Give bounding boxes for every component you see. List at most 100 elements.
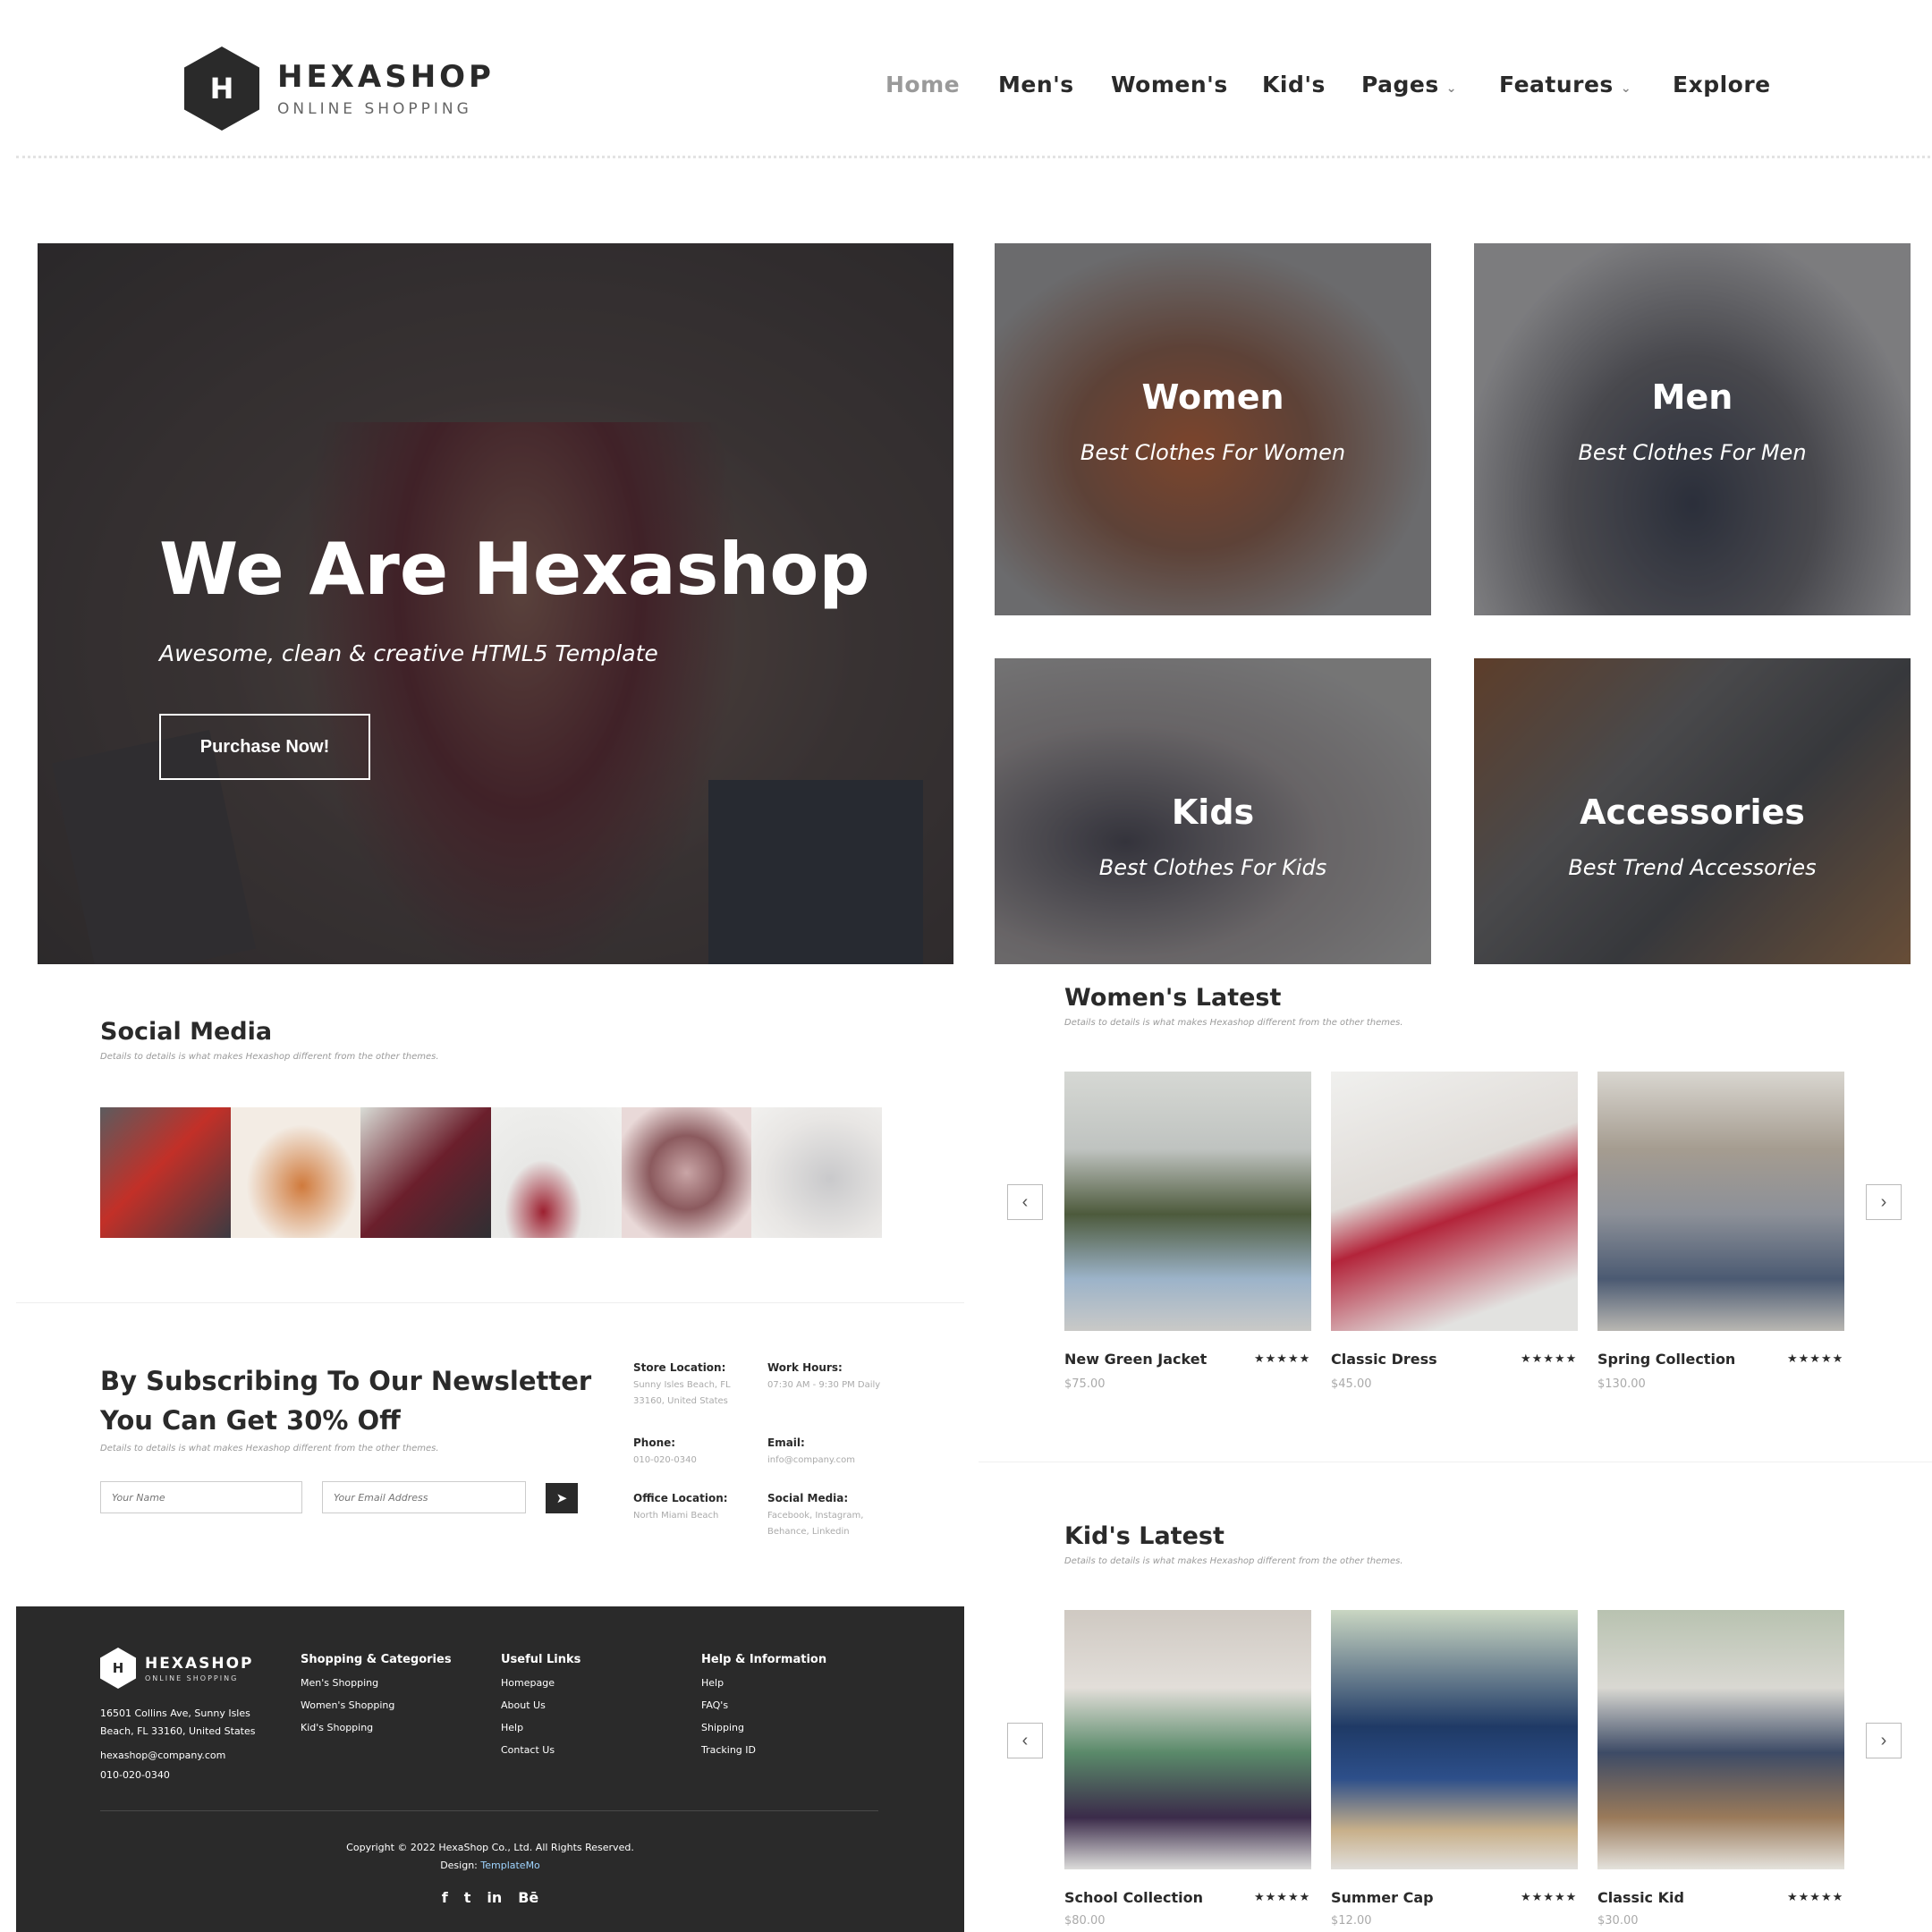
footer-link[interactable]: Kid's Shopping [301, 1722, 452, 1733]
footer-link[interactable]: Shipping [701, 1722, 826, 1733]
kids-next-button[interactable]: › [1866, 1723, 1902, 1758]
purchase-now-button[interactable]: Purchase Now! [159, 714, 370, 780]
product-name[interactable]: Summer Cap [1331, 1889, 1434, 1906]
womens-latest-title: Women's Latest [1064, 984, 1282, 1012]
product-image[interactable] [1597, 1610, 1844, 1869]
logo-title: HEXASHOP [277, 59, 495, 95]
footer-link[interactable]: Homepage [501, 1677, 580, 1689]
facebook-icon[interactable]: f [442, 1889, 448, 1906]
product-image[interactable] [1331, 1610, 1578, 1869]
email-input[interactable] [322, 1481, 526, 1513]
product-rating-stars: ★★★★★ [1521, 1891, 1578, 1904]
product-name[interactable]: New Green Jacket [1064, 1351, 1207, 1368]
social-image[interactable] [360, 1107, 492, 1238]
info-social-media: Social Media: Facebook, Instagram, Behan… [767, 1492, 864, 1537]
womens-latest-description: Details to details is what makes Hexasho… [1064, 1018, 1403, 1028]
category-tile-accessories[interactable]: Accessories Best Trend Accessories [1474, 658, 1911, 964]
footer-link[interactable]: FAQ's [701, 1699, 826, 1711]
womens-next-button[interactable]: › [1866, 1184, 1902, 1220]
footer-phone: 010-020-0340 [100, 1769, 170, 1781]
footer-link[interactable]: Help [701, 1677, 826, 1689]
product-image[interactable] [1064, 1610, 1311, 1869]
section-divider [16, 1302, 964, 1303]
footer-contact: 16501 Collins Ave, Sunny Isles Beach, FL… [100, 1705, 279, 1785]
category-tile-women[interactable]: Women Best Clothes For Women [995, 243, 1431, 615]
templatemo-link[interactable]: TemplateMo [480, 1860, 539, 1871]
behance-icon[interactable]: Bē [518, 1889, 538, 1906]
nav-explore[interactable]: Explore [1673, 72, 1771, 97]
product-name[interactable]: Spring Collection [1597, 1351, 1735, 1368]
product-image[interactable] [1064, 1072, 1311, 1331]
product-image[interactable] [1597, 1072, 1844, 1331]
site-footer: H HEXASHOP ONLINE SHOPPING 16501 Collins… [16, 1606, 964, 1932]
category-title: Accessories [1580, 792, 1805, 832]
product-image[interactable] [1331, 1072, 1578, 1331]
product-price: $75.00 [1064, 1377, 1106, 1391]
footer-link[interactable]: Contact Us [501, 1744, 580, 1756]
chevron-right-icon: › [1880, 1730, 1887, 1750]
product-name[interactable]: Classic Kid [1597, 1889, 1684, 1906]
social-image[interactable] [100, 1107, 231, 1238]
nav-womens[interactable]: Women's [1111, 72, 1228, 97]
footer-address: 16501 Collins Ave, Sunny Isles Beach, FL… [100, 1707, 256, 1737]
kids-latest-title: Kid's Latest [1064, 1522, 1224, 1550]
footer-link[interactable]: Men's Shopping [301, 1677, 452, 1689]
chevron-right-icon: › [1880, 1191, 1887, 1212]
category-tile-men[interactable]: Men Best Clothes For Men [1474, 243, 1911, 615]
footer-social-links: f t in Bē [16, 1889, 964, 1906]
product-rating-stars: ★★★★★ [1254, 1352, 1311, 1366]
category-title: Men [1651, 377, 1733, 417]
info-store-location: Store Location: Sunny Isles Beach, FL 33… [633, 1361, 731, 1406]
nav-features[interactable]: Features ⌄ [1499, 72, 1631, 97]
linkedin-icon[interactable]: in [487, 1889, 502, 1906]
social-image[interactable] [491, 1107, 622, 1238]
product-rating-stars: ★★★★★ [1521, 1352, 1578, 1366]
footer-column-shopping: Shopping & Categories Men's Shopping Wom… [301, 1653, 452, 1733]
category-subtitle: Best Clothes For Women [1080, 440, 1346, 465]
subscribe-button[interactable]: ➤ [546, 1483, 578, 1513]
product-price: $45.00 [1331, 1377, 1372, 1391]
category-title: Kids [1171, 792, 1255, 832]
kids-latest-description: Details to details is what makes Hexasho… [1064, 1556, 1403, 1566]
footer-divider [100, 1810, 878, 1811]
chevron-down-icon: ⌄ [1620, 81, 1632, 96]
twitter-icon[interactable]: t [464, 1889, 471, 1906]
social-image[interactable] [751, 1107, 883, 1238]
logo-subtitle: ONLINE SHOPPING [277, 100, 472, 118]
chevron-left-icon: ‹ [1021, 1730, 1029, 1750]
info-phone: Phone: 010-020-0340 [633, 1436, 697, 1465]
womens-prev-button[interactable]: ‹ [1007, 1184, 1043, 1220]
product-name[interactable]: School Collection [1064, 1889, 1203, 1906]
footer-link[interactable]: Women's Shopping [301, 1699, 452, 1711]
footer-link[interactable]: Help [501, 1722, 580, 1733]
product-rating-stars: ★★★★★ [1254, 1891, 1311, 1904]
product-price: $130.00 [1597, 1377, 1646, 1391]
social-image[interactable] [230, 1107, 361, 1238]
site-logo[interactable]: H HEXASHOP ONLINE SHOPPING [184, 47, 495, 131]
hero-title: We Are Hexashop [159, 528, 870, 611]
footer-logo[interactable]: H HEXASHOP ONLINE SHOPPING [100, 1648, 254, 1689]
name-input[interactable] [100, 1481, 302, 1513]
info-email: Email: info@company.com [767, 1436, 855, 1465]
product-name[interactable]: Classic Dress [1331, 1351, 1437, 1368]
footer-email[interactable]: hexashop@company.com [100, 1746, 279, 1766]
footer-link[interactable]: About Us [501, 1699, 580, 1711]
nav-kids[interactable]: Kid's [1262, 72, 1326, 97]
social-image[interactable] [621, 1107, 752, 1238]
hero-banner: We Are Hexashop Awesome, clean & creativ… [38, 243, 953, 964]
product-price: $80.00 [1064, 1914, 1106, 1928]
footer-link[interactable]: Tracking ID [701, 1744, 826, 1756]
info-office-location: Office Location: North Miami Beach [633, 1492, 728, 1521]
footer-column-useful-links: Useful Links Homepage About Us Help Cont… [501, 1653, 581, 1756]
category-tile-kids[interactable]: Kids Best Clothes For Kids [995, 658, 1431, 964]
product-price: $12.00 [1331, 1914, 1372, 1928]
footer-copyright: Copyright © 2022 HexaShop Co., Ltd. All … [346, 1842, 634, 1871]
nav-mens[interactable]: Men's [998, 72, 1074, 97]
header-divider [16, 156, 1930, 158]
nav-pages[interactable]: Pages ⌄ [1361, 72, 1457, 97]
kids-prev-button[interactable]: ‹ [1007, 1723, 1043, 1758]
social-media-title: Social Media [100, 1018, 273, 1046]
logo-hexagon-icon: H [184, 47, 259, 131]
nav-home[interactable]: Home [886, 72, 960, 97]
site-header: H HEXASHOP ONLINE SHOPPING Home Men's Wo… [0, 0, 1932, 159]
